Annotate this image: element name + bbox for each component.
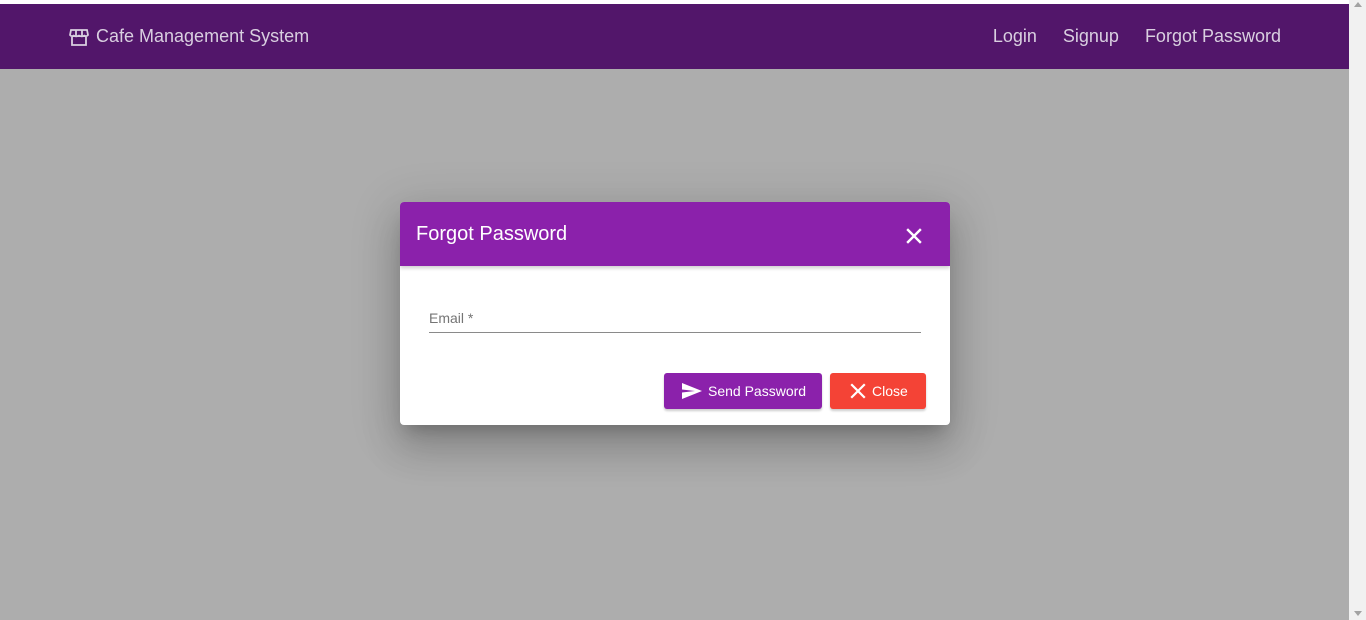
send-password-button[interactable]: Send Password (664, 373, 822, 409)
nav-forgot-password-link[interactable]: Forgot Password (1145, 26, 1281, 47)
dialog-header: Forgot Password (400, 202, 950, 266)
dialog-title: Forgot Password (416, 222, 568, 245)
send-icon (681, 382, 703, 400)
app-title: Cafe Management System (96, 26, 310, 46)
nav-signup-link[interactable]: Signup (1063, 26, 1119, 47)
scroll-down-arrow-icon[interactable] (1354, 611, 1362, 616)
close-icon[interactable] (904, 226, 924, 246)
close-button[interactable]: Close (830, 373, 926, 409)
nav-links: Login Signup Forgot Password (967, 4, 1281, 69)
email-field[interactable]: Email * (429, 307, 921, 333)
send-password-label: Send Password (708, 383, 807, 399)
scroll-up-arrow-icon[interactable] (1354, 2, 1362, 7)
email-input[interactable] (429, 307, 921, 332)
close-icon (849, 382, 867, 400)
forgot-password-dialog: Forgot Password Email * Send Password Cl… (400, 202, 950, 425)
storefront-icon (69, 27, 89, 47)
close-button-label: Close (872, 383, 908, 399)
scrollbar[interactable] (1349, 0, 1366, 620)
nav-login-link[interactable]: Login (993, 26, 1037, 47)
navbar: Cafe Management System Login Signup Forg… (0, 4, 1349, 69)
brand[interactable]: Cafe Management System (69, 4, 309, 69)
